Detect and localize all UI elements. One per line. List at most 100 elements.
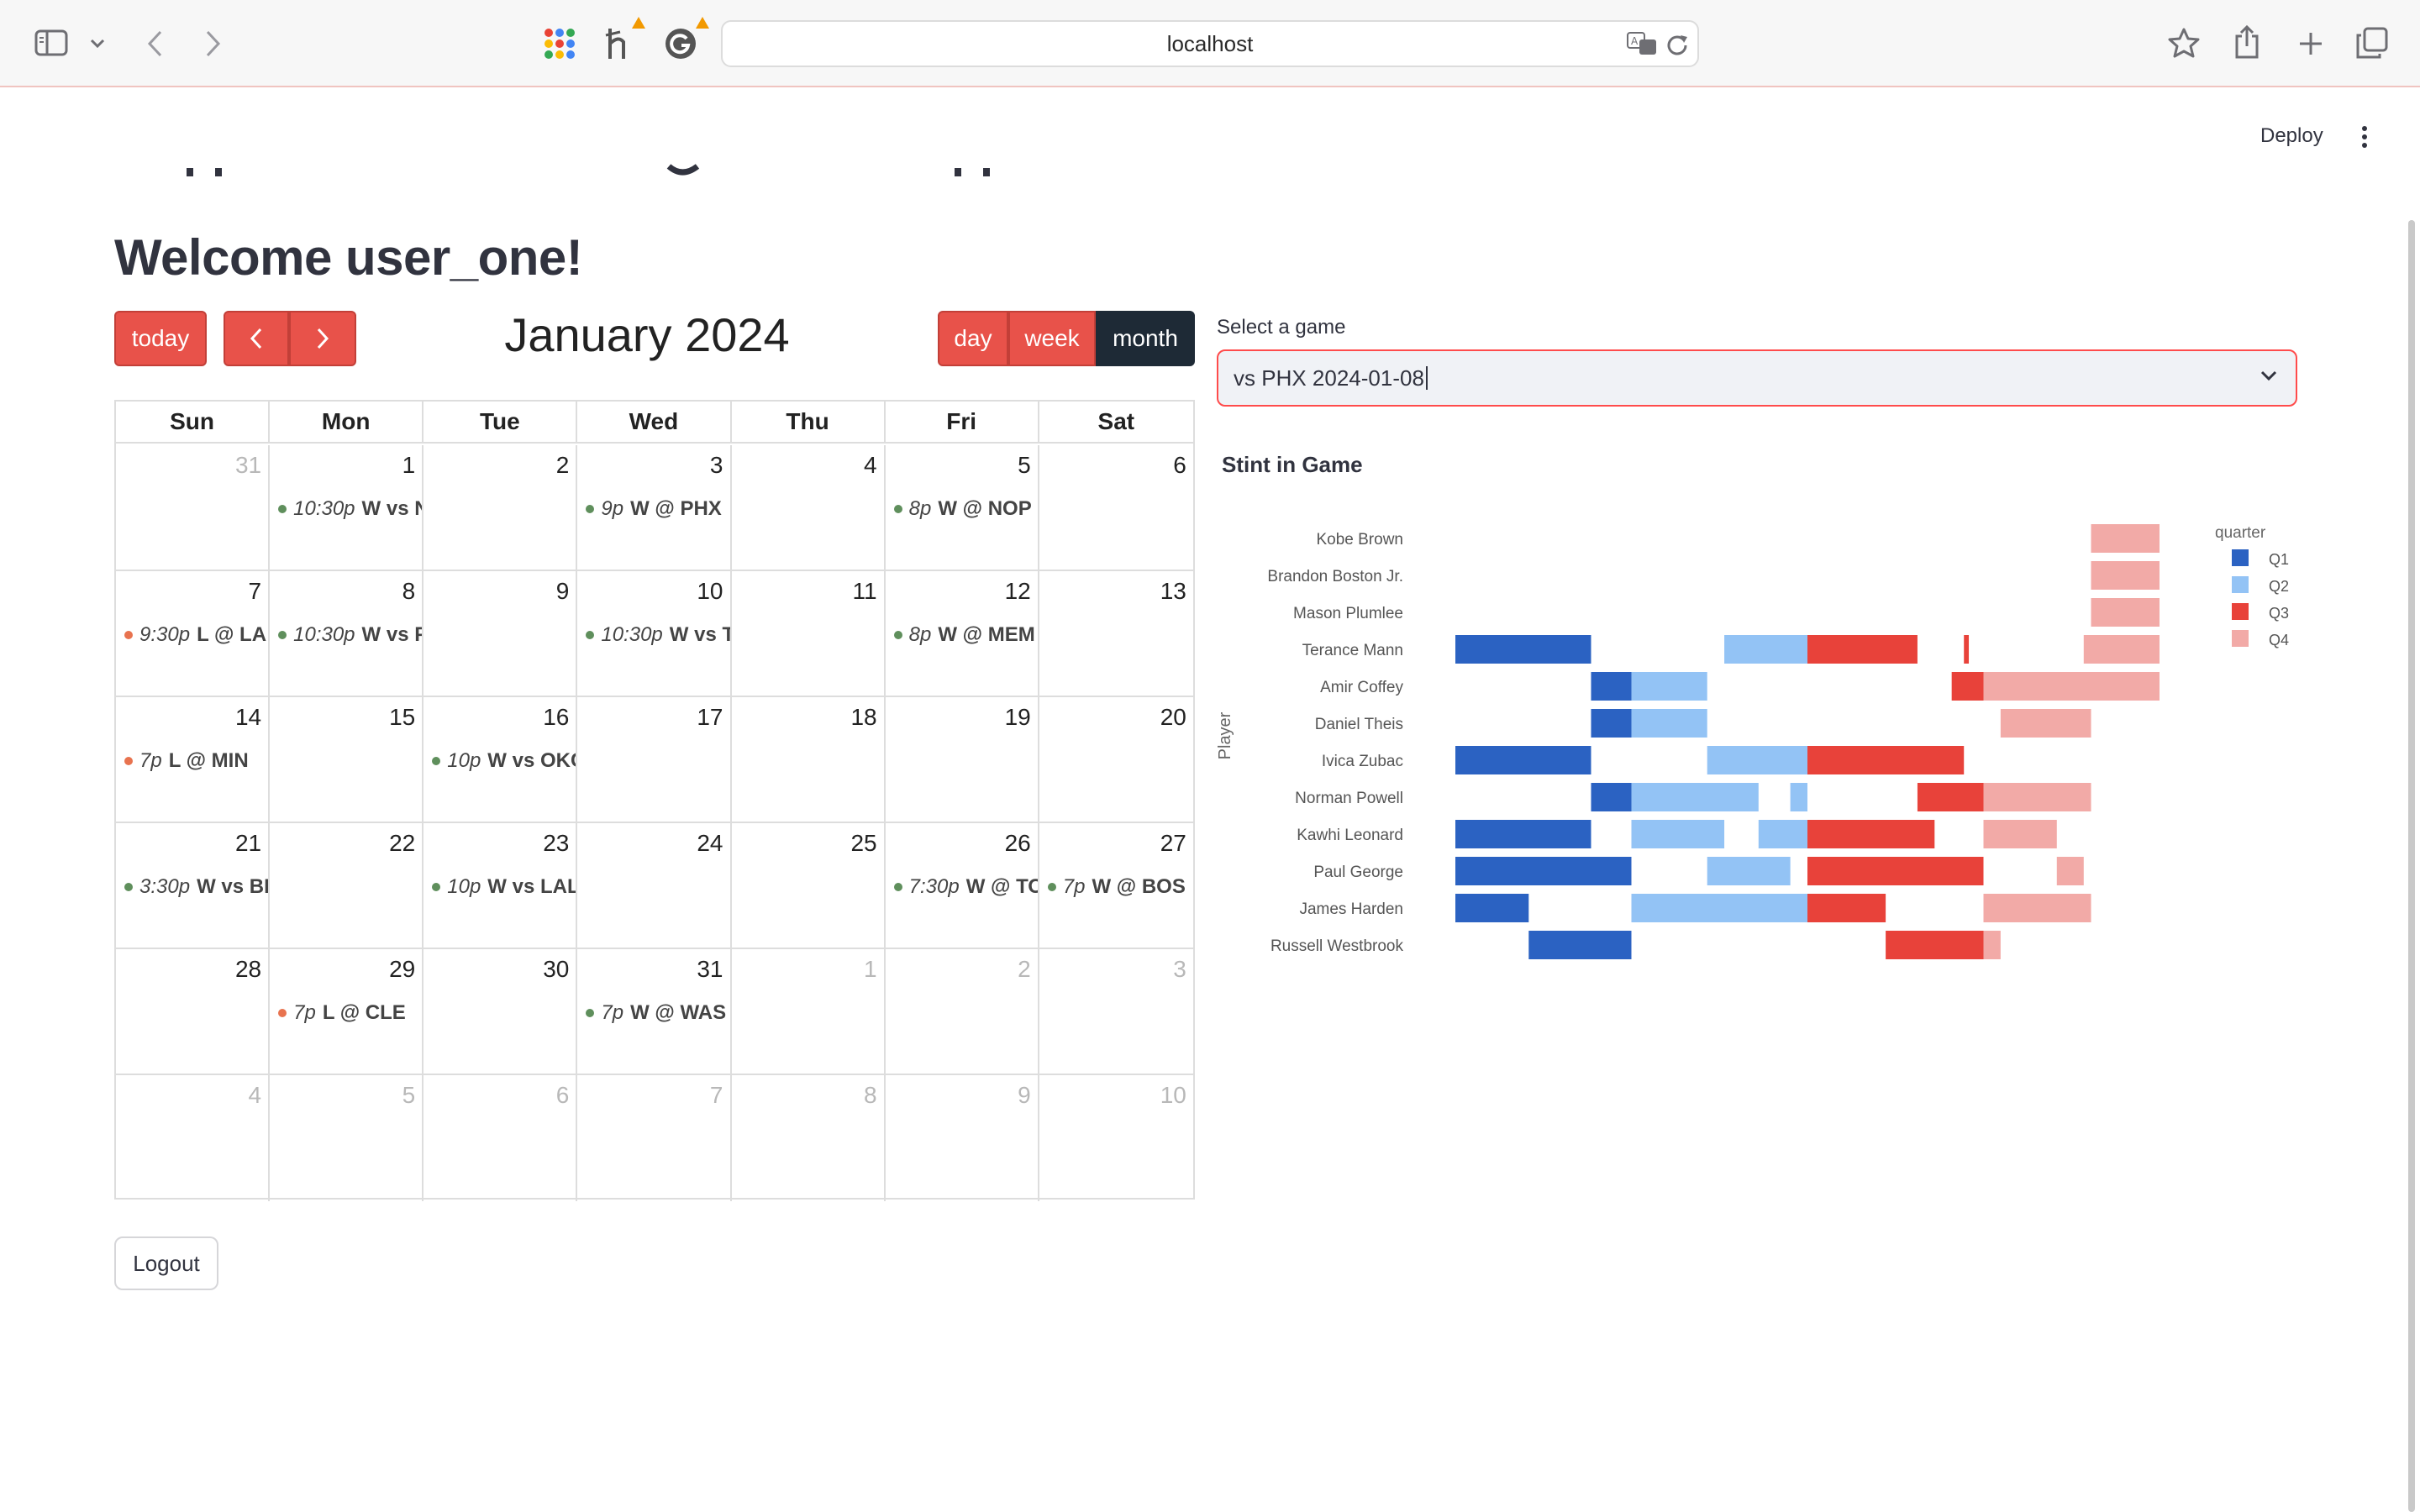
calendar-event[interactable]: 10:30p W vs N	[278, 497, 422, 521]
day-number[interactable]: 8	[864, 1082, 877, 1109]
calendar-day-cell[interactable]: 2	[886, 949, 1039, 1074]
calendar-event[interactable]: 10p W vs OKC	[432, 749, 576, 773]
forward-icon[interactable]	[198, 27, 229, 60]
calendar-day-cell[interactable]: 3	[1039, 949, 1193, 1074]
translate-icon[interactable]: A	[1625, 30, 1659, 57]
day-number[interactable]: 20	[1160, 704, 1186, 731]
calendar-event[interactable]: 10p W vs LAL	[432, 875, 576, 899]
calendar-day-cell[interactable]: 26 7:30pW @ TOR	[886, 823, 1039, 948]
day-number[interactable]: 1	[864, 956, 877, 983]
calendar-day-cell[interactable]: 31	[116, 445, 271, 570]
calendar-day-cell[interactable]: 19	[886, 697, 1039, 822]
calendar-day-cell[interactable]: 31 7p W @ WAS	[577, 949, 732, 1074]
day-number[interactable]: 21	[235, 830, 261, 857]
day-number[interactable]: 12	[1005, 578, 1031, 605]
calendar-day-cell[interactable]: 22	[270, 823, 424, 948]
day-number[interactable]: 27	[1160, 830, 1186, 857]
calendar-day-cell[interactable]: 6	[1039, 445, 1193, 570]
calendar-day-cell[interactable]: 5	[270, 1075, 424, 1201]
chevron-down-icon[interactable]	[87, 34, 108, 54]
honey-extension-icon[interactable]	[602, 24, 639, 64]
back-icon[interactable]	[139, 27, 170, 60]
day-number[interactable]: 30	[543, 956, 569, 983]
page-scrollbar[interactable]	[2408, 220, 2415, 1512]
day-number[interactable]: 15	[389, 704, 415, 731]
day-number[interactable]: 4	[864, 452, 877, 479]
day-number[interactable]: 10	[697, 578, 723, 605]
main-menu-icon[interactable]	[2358, 124, 2371, 150]
day-number[interactable]: 5	[402, 1082, 416, 1109]
calendar-event[interactable]: 7p L @ CLE	[278, 1001, 406, 1025]
calendar-event[interactable]: 9:30p L @ LA	[124, 623, 266, 647]
calendar-event[interactable]: 9p W @ PHX	[586, 497, 722, 521]
tab-overview-icon[interactable]	[2354, 25, 2390, 60]
calendar-day-cell[interactable]: 1 10:30p W vs N	[270, 445, 424, 570]
day-number[interactable]: 25	[850, 830, 876, 857]
day-number[interactable]: 31	[697, 956, 723, 983]
calendar-day-cell[interactable]: 9	[886, 1075, 1039, 1201]
day-number[interactable]: 13	[1160, 578, 1186, 605]
day-number[interactable]: 6	[556, 1082, 570, 1109]
day-number[interactable]: 6	[1173, 452, 1186, 479]
day-number[interactable]: 14	[235, 704, 261, 731]
calendar-day-cell[interactable]: 1	[732, 949, 886, 1074]
calendar-day-cell[interactable]: 17	[577, 697, 732, 822]
day-number[interactable]: 8	[402, 578, 416, 605]
deploy-button[interactable]: Deploy	[2260, 124, 2323, 148]
calendar-day-cell[interactable]: 21 3:30p W vs BK	[116, 823, 271, 948]
grammarly-extension-icon[interactable]	[662, 25, 699, 62]
apps-grid-icon[interactable]	[541, 25, 578, 62]
calendar-day-cell[interactable]: 8 10:30p W vs P	[270, 571, 424, 696]
day-number[interactable]: 2	[556, 452, 570, 479]
calendar-day-cell[interactable]: 15	[270, 697, 424, 822]
day-number[interactable]: 22	[389, 830, 415, 857]
day-number[interactable]: 28	[235, 956, 261, 983]
calendar-event[interactable]: 7p L @ MIN	[124, 749, 249, 773]
calendar-day-cell[interactable]: 18	[732, 697, 886, 822]
view-month-button[interactable]: month	[1096, 311, 1195, 366]
address-bar[interactable]: localhost	[721, 20, 1699, 67]
day-number[interactable]: 18	[850, 704, 876, 731]
day-number[interactable]: 26	[1005, 830, 1031, 857]
day-number[interactable]: 5	[1018, 452, 1031, 479]
calendar-day-cell[interactable]: 24	[577, 823, 732, 948]
day-number[interactable]: 31	[235, 452, 261, 479]
day-number[interactable]: 9	[556, 578, 570, 605]
calendar-event[interactable]: 7:30pW @ TOR	[893, 875, 1038, 899]
game-select[interactable]: vs PHX 2024-01-08	[1217, 349, 2297, 407]
calendar-day-cell[interactable]: 16 10p W vs OKC	[424, 697, 578, 822]
calendar-day-cell[interactable]: 4	[116, 1075, 271, 1201]
day-number[interactable]: 9	[1018, 1082, 1031, 1109]
calendar-day-cell[interactable]: 10 10:30p W vs T	[577, 571, 732, 696]
day-number[interactable]: 2	[1018, 956, 1031, 983]
calendar-day-cell[interactable]: 29 7p L @ CLE	[270, 949, 424, 1074]
calendar-day-cell[interactable]: 7	[577, 1075, 732, 1201]
calendar-event[interactable]: 7p W @ BOS	[1047, 875, 1186, 899]
day-number[interactable]: 3	[710, 452, 723, 479]
view-day-button[interactable]: day	[938, 311, 1008, 366]
calendar-event[interactable]: 7p W @ WAS	[586, 1001, 726, 1025]
day-number[interactable]: 7	[249, 578, 262, 605]
day-number[interactable]: 16	[543, 704, 569, 731]
calendar-day-cell[interactable]: 30	[424, 949, 578, 1074]
calendar-day-cell[interactable]: 11	[732, 571, 886, 696]
calendar-day-cell[interactable]: 23 10p W vs LAL	[424, 823, 578, 948]
calendar-day-cell[interactable]: 27 7p W @ BOS	[1039, 823, 1193, 948]
calendar-event[interactable]: 8p W @ MEM	[893, 623, 1035, 647]
next-button[interactable]	[289, 311, 356, 366]
calendar-day-cell[interactable]: 13	[1039, 571, 1193, 696]
calendar-event[interactable]: 10:30p W vs T	[586, 623, 729, 647]
day-number[interactable]: 11	[853, 578, 877, 605]
today-button[interactable]: today	[114, 311, 207, 366]
share-icon[interactable]	[2230, 24, 2264, 60]
day-number[interactable]: 7	[710, 1082, 723, 1109]
calendar-day-cell[interactable]: 9	[424, 571, 578, 696]
sidebar-toggle-icon[interactable]	[34, 29, 69, 57]
day-number[interactable]: 29	[389, 956, 415, 983]
calendar-day-cell[interactable]: 2	[424, 445, 578, 570]
calendar-day-cell[interactable]: 7 9:30p L @ LA	[116, 571, 271, 696]
calendar-day-cell[interactable]: 3 9p W @ PHX	[577, 445, 732, 570]
day-number[interactable]: 23	[543, 830, 569, 857]
calendar-day-cell[interactable]: 8	[732, 1075, 886, 1201]
calendar-event[interactable]: 3:30p W vs BK	[124, 875, 268, 899]
